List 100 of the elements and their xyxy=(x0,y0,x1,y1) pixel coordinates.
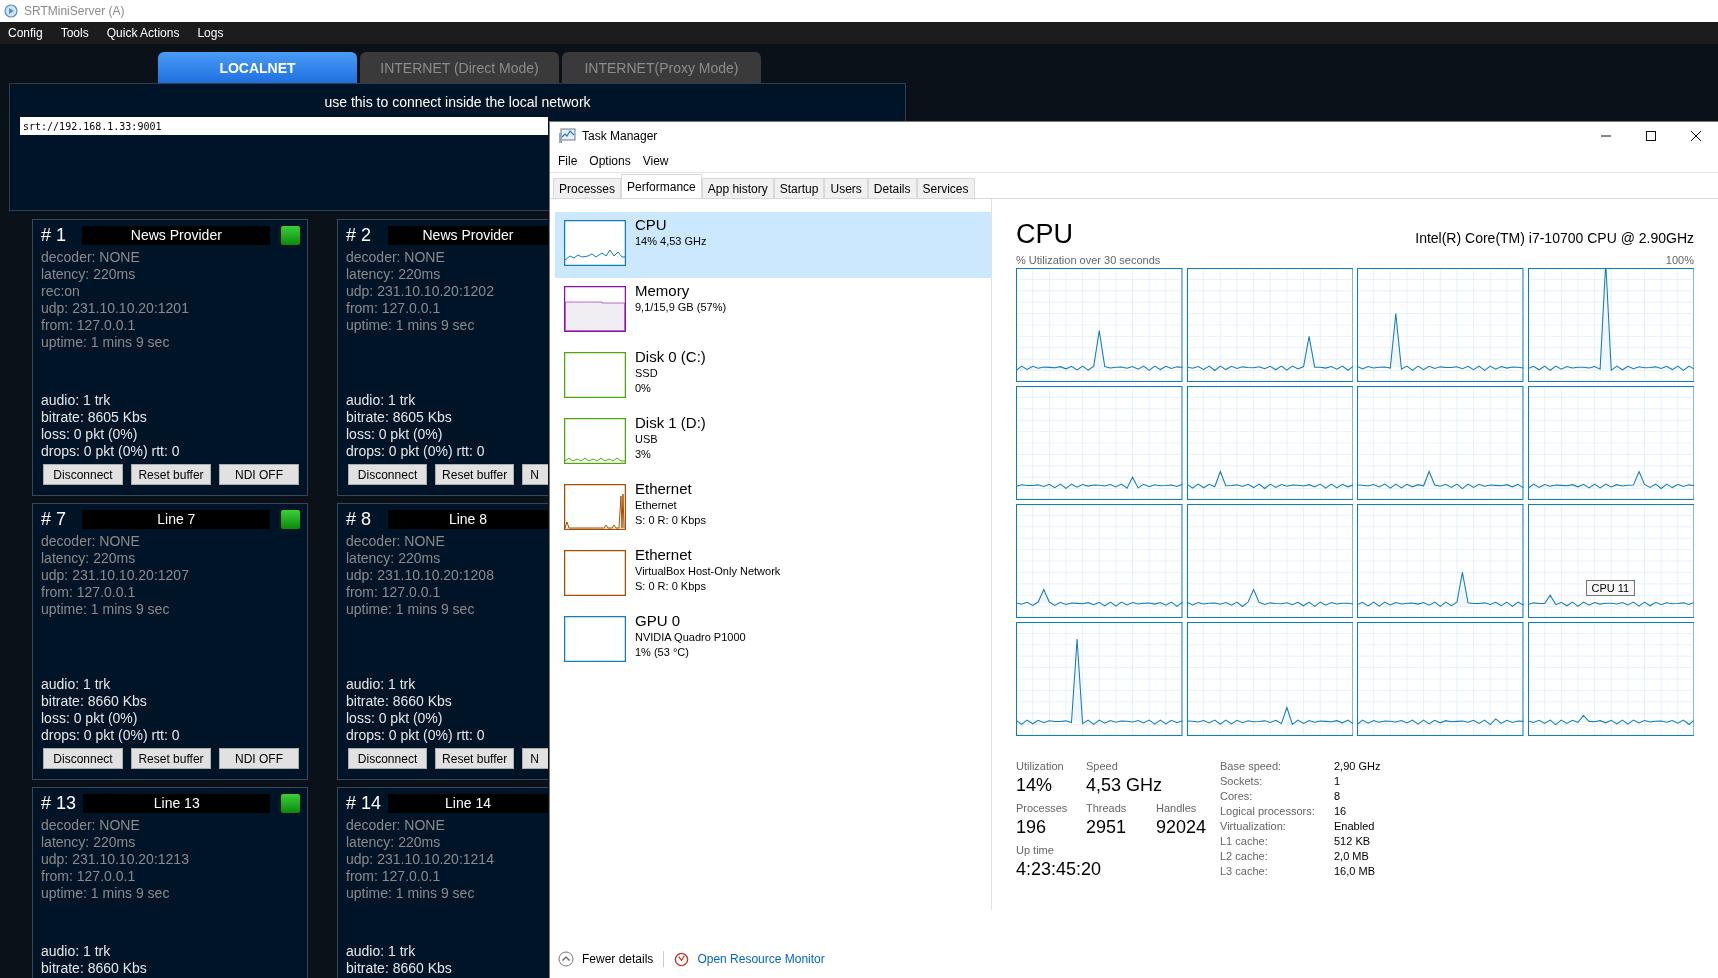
stream-info: decoder: NONE xyxy=(346,249,446,266)
stat-label: Up time xyxy=(1016,844,1055,856)
resource-detail: 3% xyxy=(635,447,652,462)
stream-stat: audio: 1 trk xyxy=(346,676,417,693)
menu-item[interactable]: Config xyxy=(8,26,43,40)
stream-info: latency: 220ms xyxy=(346,550,442,567)
stream-stat: audio: 1 trk xyxy=(346,392,417,409)
task-manager-icon xyxy=(558,128,576,144)
stream-button[interactable]: NDI OFF xyxy=(219,748,299,769)
resource-item[interactable]: Ethernet Ethernet S: 0 R: 0 Kbps xyxy=(555,476,991,542)
stream-stat: audio: 1 trk xyxy=(41,943,112,960)
stream-info: latency: 220ms xyxy=(41,550,137,567)
chevron-up-icon[interactable] xyxy=(558,951,574,967)
stream-stat: drops: 0 pkt (0%) rtt: 0 xyxy=(41,443,181,460)
stream-button[interactable]: Reset buffer xyxy=(435,464,515,485)
cpu-model: Intel(R) Core(TM) i7-10700 CPU @ 2.90GHz xyxy=(1415,230,1694,246)
spec-label: Sockets: xyxy=(1220,775,1264,787)
stream-stat: loss: 0 pkt (0%) xyxy=(346,426,444,443)
spec-label: L3 cache: xyxy=(1220,865,1269,877)
tab[interactable]: Details xyxy=(867,178,917,198)
stream-stat: bitrate: 8605 Kbs xyxy=(346,409,453,426)
resource-monitor-icon[interactable] xyxy=(674,951,690,967)
stream-button[interactable]: Reset buffer xyxy=(131,464,211,485)
stream-button[interactable]: Disconnect xyxy=(348,464,428,485)
menu-item[interactable]: Quick Actions xyxy=(106,26,180,40)
usage-thumbnail xyxy=(564,286,626,332)
stream-info: from: 127.0.0.1 xyxy=(346,300,442,317)
usage-thumbnail xyxy=(564,418,626,464)
stream-stat: drops: 0 pkt (0%) rtt: 0 xyxy=(346,727,486,744)
stat-value: 4:23:45:20 xyxy=(1016,859,1102,880)
stream-info: decoder: NONE xyxy=(346,533,446,550)
url-field[interactable]: srt://192.168.1.33:9001 xyxy=(20,117,548,135)
stream-button[interactable]: Reset buffer xyxy=(131,748,211,769)
stream-button[interactable]: NDI OFF xyxy=(219,464,299,485)
stat-label: Threads xyxy=(1086,802,1128,814)
menu-item[interactable]: Logs xyxy=(197,26,224,40)
stream-stat: audio: 1 trk xyxy=(41,676,112,693)
stream-number: # 8 xyxy=(346,508,373,530)
usage-thumbnail xyxy=(564,550,626,596)
spec-label: Base speed: xyxy=(1220,760,1283,772)
resource-item[interactable]: Disk 1 (D:) USB 3% xyxy=(555,410,991,476)
stream-stat: bitrate: 8660 Kbs xyxy=(41,960,148,977)
spec-value: 8 xyxy=(1334,790,1342,802)
tab[interactable]: App history xyxy=(701,178,774,198)
stream-info: uptime: 1 mins 9 sec xyxy=(41,885,171,902)
maximize-icon[interactable] xyxy=(1645,130,1657,142)
resource-item[interactable]: CPU 14% 4,53 GHz xyxy=(555,212,991,278)
tab[interactable]: Users xyxy=(824,178,868,198)
resource-item[interactable]: GPU 0 NVIDIA Quadro P1000 1% (53 °C) xyxy=(555,608,991,674)
stream-stat: bitrate: 8660 Kbs xyxy=(41,693,148,710)
stream-number: # 14 xyxy=(346,792,380,814)
tab[interactable]: Startup xyxy=(773,178,825,198)
resource-detail: 9,1/15,9 GB (57%) xyxy=(635,300,727,315)
menu-item[interactable]: Options xyxy=(589,154,631,168)
fewer-details-link[interactable]: Fewer details xyxy=(582,952,654,966)
stream-info: from: 127.0.0.1 xyxy=(41,868,137,885)
stream-info: decoder: NONE xyxy=(41,533,141,550)
resource-detail: 1% (53 °C) xyxy=(635,645,690,660)
resource-detail: 14% 4,53 GHz xyxy=(635,234,707,249)
stream-button[interactable]: Disconnect xyxy=(43,464,123,485)
stream-button[interactable]: Disconnect xyxy=(43,748,123,769)
close-icon[interactable] xyxy=(1690,130,1702,142)
resource-item[interactable]: Disk 0 (C:) SSD 0% xyxy=(555,344,991,410)
resource-item[interactable]: Ethernet VirtualBox Host-Only Network S: 0 R: 0 Kbps xyxy=(555,542,991,608)
stream-info: udp: 231.10.10.20:1201 xyxy=(41,300,190,317)
stream-info: uptime: 1 mins 9 sec xyxy=(346,601,476,618)
stream-stat: bitrate: 8660 Kbs xyxy=(346,693,453,710)
window-title: SRTMiniServer (A) xyxy=(24,4,125,18)
resource-item[interactable]: Memory 9,1/15,9 GB (57%) xyxy=(555,278,991,344)
mode-tab[interactable]: LOCALNET xyxy=(158,52,357,83)
menu-item[interactable]: File xyxy=(558,154,578,168)
stream-stat: bitrate: 8660 Kbs xyxy=(346,960,453,977)
stream-button[interactable]: Reset buffer xyxy=(435,748,515,769)
menu-item[interactable]: Tools xyxy=(60,26,89,40)
spec-label: Logical processors: xyxy=(1220,805,1316,817)
stream-button[interactable]: N xyxy=(522,464,548,485)
stream-name: Line 7 xyxy=(82,509,271,529)
stream-button[interactable]: N xyxy=(522,748,548,769)
stat-value: 14% xyxy=(1016,775,1054,796)
tab[interactable]: Services xyxy=(916,178,975,198)
stream-name: News Provider xyxy=(388,225,548,245)
stream-info: uptime: 1 mins 9 sec xyxy=(346,317,476,334)
resource-monitor-link[interactable]: Open Resource Monitor xyxy=(697,952,825,966)
stream-button[interactable]: Disconnect xyxy=(348,748,428,769)
stream-number: # 13 xyxy=(41,792,75,814)
resource-detail: 0% xyxy=(635,381,652,396)
stream-info: rec:on xyxy=(41,283,81,300)
detail-title: CPU xyxy=(1016,219,1073,250)
stream-info: from: 127.0.0.1 xyxy=(41,317,137,334)
tab[interactable]: Processes xyxy=(553,178,622,198)
stream-info: udp: 231.10.10.20:1207 xyxy=(41,567,190,584)
resource-detail: USB xyxy=(635,432,659,447)
stream-info: latency: 220ms xyxy=(346,834,442,851)
tab[interactable]: Performance xyxy=(621,174,702,198)
stream-stat: drops: 0 pkt (0%) rtt: 0 xyxy=(346,443,486,460)
stream-name: Line 14 xyxy=(388,793,548,813)
resource-title: Disk 0 (C:) xyxy=(635,348,706,366)
stream-info: uptime: 1 mins 9 sec xyxy=(41,334,171,351)
menu-item[interactable]: View xyxy=(642,154,669,168)
stream-info: from: 127.0.0.1 xyxy=(346,584,442,601)
